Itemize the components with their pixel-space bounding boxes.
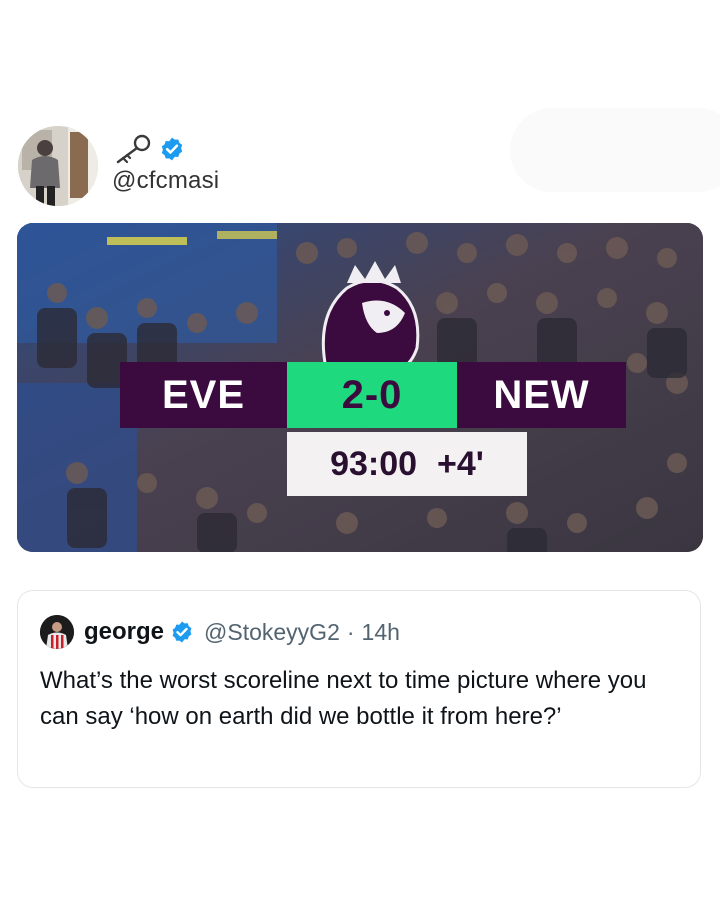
quoted-author-avatar[interactable] [40,615,74,649]
home-team-label: EVE [120,362,287,428]
added-time: +4' [437,444,484,483]
author-name[interactable] [113,132,185,166]
background-blur [510,108,720,192]
score-label: 2-0 [287,362,457,428]
separator-dot: · [346,618,355,645]
match-clock: 93:00 +4' [287,432,527,496]
quoted-tweet-header: george @StokeyyG2 · 14h [84,615,400,649]
clock-time: 93:00 [330,444,418,483]
away-team-label: NEW [457,362,626,428]
quoted-author-name[interactable]: george [84,618,164,646]
author-handle[interactable]: @cfcmasi [112,167,219,195]
verified-badge-icon [161,137,183,161]
author-avatar[interactable] [18,126,98,206]
avatar-photo [40,615,74,649]
quoted-author-handle[interactable]: @StokeyyG2 [204,619,340,646]
quoted-tweet-text: What’s the worst scoreline next to time … [40,667,647,730]
tweet-screenshot: @cfcmasi EVE 2-0 NEW 93:00 +4' george @S… [0,0,720,900]
key-icon [116,134,151,164]
quoted-tweet-card[interactable]: george @StokeyyG2 · 14h What’s the worst… [17,590,701,788]
verified-badge-icon [172,621,192,643]
avatar-photo [18,126,98,206]
quoted-tweet-timestamp[interactable]: 14h [362,619,400,646]
scoreboard: EVE 2-0 NEW 93:00 +4' [120,362,626,500]
